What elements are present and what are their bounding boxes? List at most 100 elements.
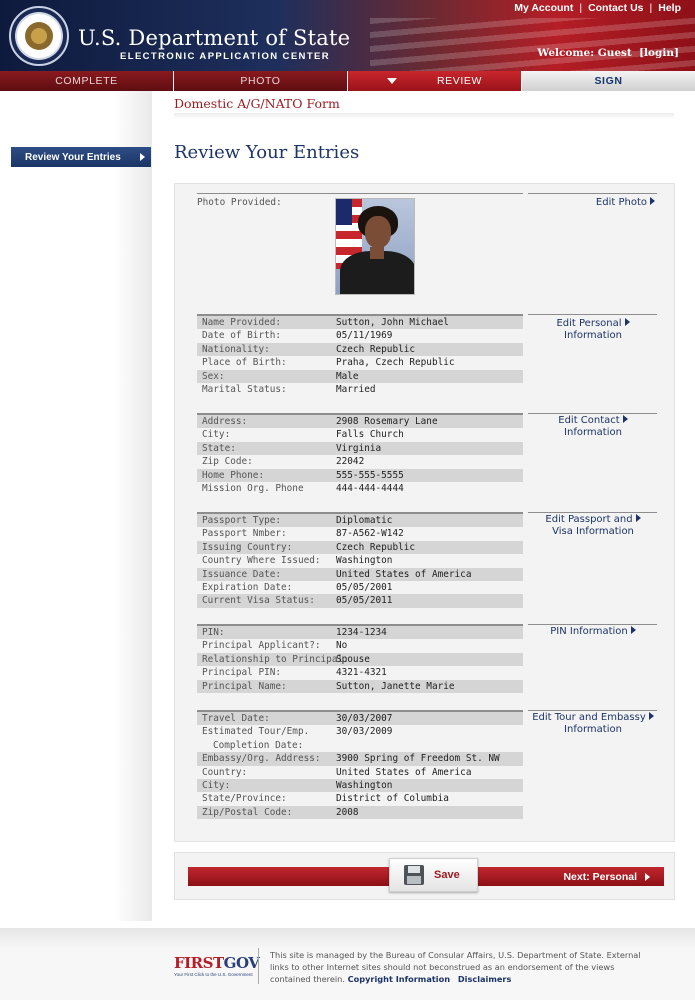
row-label: Relationship to Principal: — [202, 653, 349, 665]
applicant-photo — [335, 198, 415, 295]
chevron-right-icon — [622, 415, 628, 423]
table-row: Principal PIN: 4321-4321 — [197, 666, 523, 679]
copyright-information-link[interactable]: Copyright Information — [348, 974, 450, 984]
department-seal-logo — [9, 6, 69, 66]
help-link[interactable]: Help — [658, 2, 681, 14]
row-label: Expiration Date: — [202, 582, 293, 593]
tab-photo[interactable]: PHOTO — [174, 71, 348, 91]
edit-contact-link[interactable]: Edit Contact Information — [528, 415, 658, 438]
row-value: Praha, Czech Republic — [336, 357, 455, 369]
row-label: City: — [202, 780, 231, 791]
row-value: 05/11/1969 — [336, 330, 393, 342]
row-value: 87-A562-W142 — [336, 528, 404, 540]
edit-divider — [528, 512, 657, 513]
welcome-message: Welcome: Guest [login] — [537, 47, 679, 59]
row-value: 4321-4321 — [336, 667, 387, 679]
row-label: Marital Status: — [202, 384, 287, 395]
firstgov-logo[interactable]: FIRSTGOV Your First Click to the U.S. Go… — [174, 954, 260, 978]
floppy-disk-icon — [404, 865, 424, 885]
row-value: Czech Republic — [336, 541, 416, 553]
row-label: Principal Applicant?: — [202, 640, 321, 652]
table-row: Estimated Tour/Emp. 30/03/2009 Completion … — [197, 725, 523, 752]
save-label: Save — [434, 869, 460, 881]
save-button[interactable]: Save — [389, 858, 478, 892]
edit-link-line-1: Edit Passport and — [545, 514, 633, 525]
table-row: Mission Org. Phone 444-444-4444 — [197, 482, 523, 495]
table-row: State: Virginia — [197, 441, 523, 456]
link-separator: | — [649, 2, 653, 14]
row-value: Falls Church — [336, 429, 404, 441]
edit-divider — [528, 624, 657, 625]
edit-photo-link[interactable]: Edit Photo — [528, 197, 655, 209]
edit-tour-embassy-link[interactable]: Edit Tour and Embassy Information — [528, 712, 658, 735]
row-label: Home Phone: — [202, 469, 265, 481]
disclaimers-link[interactable]: Disclaimers — [458, 974, 511, 984]
tab-complete[interactable]: COMPLETE — [0, 71, 174, 91]
row-label: Zip Code: — [202, 456, 253, 468]
table-row: Relationship to Principal: Spouse — [197, 652, 523, 667]
my-account-link[interactable]: My Account — [514, 2, 573, 14]
row-label: Embassy/Org. Address: — [202, 753, 321, 765]
row-value: 05/05/2011 — [336, 595, 393, 607]
table-row: Place of Birth: Praha, Czech Republic — [197, 356, 523, 369]
row-label: Travel Date: — [202, 713, 270, 724]
chevron-right-icon — [635, 514, 641, 522]
row-label: City: — [202, 429, 231, 441]
page-title: Review Your Entries — [174, 142, 360, 163]
row-label: Current Visa Status: — [202, 595, 315, 607]
row-label: Passport Nmber: — [202, 528, 287, 540]
table-row: Sex: Male — [197, 369, 523, 383]
table-row: Address: 2908 Rosemary Lane — [197, 415, 523, 429]
divider — [174, 113, 674, 119]
table-row: Travel Date: 30/03/2007 — [197, 712, 523, 726]
row-value: United States of America — [336, 766, 472, 778]
edit-divider — [528, 710, 657, 711]
site-subtitle: ELECTRONIC APPLICATION CENTER — [120, 51, 331, 62]
site-footer: FIRSTGOV Your First Click to the U.S. Go… — [0, 928, 695, 1000]
row-label: State: — [202, 442, 236, 454]
edit-link-line-2: Information — [564, 329, 622, 341]
footer-text: This site is managed by the Bureau of Co… — [270, 949, 650, 985]
row-value: Sutton, John Michael — [336, 317, 449, 328]
chevron-right-icon — [648, 712, 654, 720]
tab-review[interactable]: REVIEW — [348, 71, 522, 91]
step-tabs: COMPLETE PHOTO REVIEW SIGN — [0, 71, 695, 91]
chevron-right-icon — [645, 872, 650, 881]
edit-personal-link[interactable]: Edit Personal Information — [528, 318, 658, 341]
table-row: Country Where Issued: Washington — [197, 554, 523, 567]
link-separator: | — [579, 2, 583, 14]
row-label-continued: Completion Date: — [213, 739, 304, 751]
contact-us-link[interactable]: Contact Us — [588, 2, 643, 14]
edit-link-line-1: Edit Tour and Embassy — [532, 712, 646, 723]
row-value: Czech Republic — [336, 343, 416, 355]
edit-photo-label: Edit Photo — [595, 197, 647, 208]
row-value: Spouse — [336, 653, 370, 665]
edit-link-line-2: Visa Information — [552, 525, 634, 537]
tab-review-label: REVIEW — [436, 75, 483, 87]
row-value: 30/03/2007 — [336, 713, 393, 724]
login-link[interactable]: [login] — [639, 47, 679, 59]
edit-divider — [528, 314, 657, 315]
chevron-right-icon — [630, 626, 636, 634]
tab-sign-label: SIGN — [594, 75, 623, 87]
table-row: Zip Code: 22042 — [197, 455, 523, 468]
tab-sign[interactable]: SIGN — [522, 71, 695, 91]
row-label: State/Province: — [202, 793, 287, 805]
table-row: Embassy/Org. Address: 3900 Spring of Free… — [197, 752, 523, 766]
pin-section: PIN: 1234-1234 Principal Applicant?: No Re… — [197, 624, 657, 696]
row-label: Estimated Tour/Emp. — [202, 726, 310, 738]
pin-information-link[interactable]: PIN Information — [528, 626, 658, 638]
row-value: 2008 — [336, 806, 359, 818]
firstgov-word-first: FIRST — [174, 954, 224, 972]
row-value: 3900 Spring of Freedom St. NW — [336, 753, 500, 765]
row-label: Country Where Issued: — [202, 555, 321, 567]
row-value: United States of America — [336, 568, 472, 580]
edit-link-line-2: Information — [564, 426, 622, 438]
footer-disclaimer-text: This site is managed by the Bureau of Co… — [270, 950, 641, 984]
edit-passport-link[interactable]: Edit Passport and Visa Information — [528, 514, 658, 537]
table-row: City: Washington — [197, 779, 523, 793]
row-value: Diplomatic — [336, 515, 393, 526]
next-personal-button[interactable]: Next: Personal — [563, 867, 650, 886]
table-row: Principal Applicant?: No — [197, 639, 523, 652]
sidebar-item-review-your-entries[interactable]: Review Your Entries — [11, 147, 151, 167]
